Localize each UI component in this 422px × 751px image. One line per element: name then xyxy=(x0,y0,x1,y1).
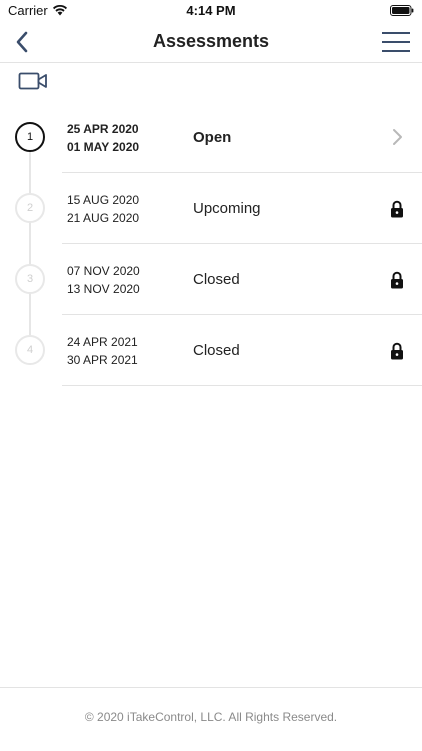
chevron-right-icon[interactable] xyxy=(390,127,404,147)
copyright-text: © 2020 iTakeControl, LLC. All Rights Res… xyxy=(84,710,338,724)
step-indicator: 3 xyxy=(15,264,45,294)
status-label: Closed xyxy=(193,342,240,359)
start-date: 07 NOV 2020 xyxy=(67,264,140,278)
assessment-row: 2 15 AUG 2020 21 AUG 2020 Upcoming xyxy=(0,173,422,244)
status-label: Upcoming xyxy=(193,200,261,217)
end-date: 01 MAY 2020 xyxy=(67,140,140,154)
date-range: 07 NOV 2020 13 NOV 2020 xyxy=(67,262,140,298)
row-divider xyxy=(62,385,422,386)
status-time: 4:14 PM xyxy=(186,3,236,18)
hamburger-line xyxy=(382,41,410,43)
step-indicator: 1 xyxy=(15,122,45,152)
start-date: 24 APR 2021 xyxy=(67,335,138,349)
video-camera-icon[interactable] xyxy=(18,70,48,92)
menu-button[interactable] xyxy=(380,29,412,55)
assessment-row[interactable]: 1 25 APR 2020 01 MAY 2020 Open xyxy=(0,102,422,173)
battery-icon xyxy=(390,5,414,16)
footer: © 2020 iTakeControl, LLC. All Rights Res… xyxy=(0,687,422,751)
hamburger-line xyxy=(382,50,410,52)
date-range: 24 APR 2021 30 APR 2021 xyxy=(67,333,138,369)
end-date: 13 NOV 2020 xyxy=(67,282,140,296)
assessment-row: 3 07 NOV 2020 13 NOV 2020 Closed xyxy=(0,244,422,315)
hamburger-line xyxy=(382,32,410,34)
lock-icon xyxy=(391,271,403,289)
step-indicator: 4 xyxy=(15,335,45,365)
start-date: 25 APR 2020 xyxy=(67,122,139,136)
status-bar: Carrier 4:14 PM xyxy=(0,0,422,22)
end-date: 30 APR 2021 xyxy=(67,353,138,367)
status-label: Closed xyxy=(193,271,240,288)
status-label: Open xyxy=(193,129,232,146)
date-range: 25 APR 2020 01 MAY 2020 xyxy=(67,120,139,156)
lock-icon xyxy=(391,200,403,218)
assessment-row: 4 24 APR 2021 30 APR 2021 Closed xyxy=(0,315,422,386)
end-date: 21 AUG 2020 xyxy=(67,211,140,225)
lock-icon xyxy=(391,342,403,360)
page-title: Assessments xyxy=(152,31,270,51)
step-indicator: 2 xyxy=(15,193,45,223)
date-range: 15 AUG 2020 21 AUG 2020 xyxy=(67,191,139,227)
start-date: 15 AUG 2020 xyxy=(67,193,140,207)
navigation-bar: Assessments xyxy=(0,22,422,63)
